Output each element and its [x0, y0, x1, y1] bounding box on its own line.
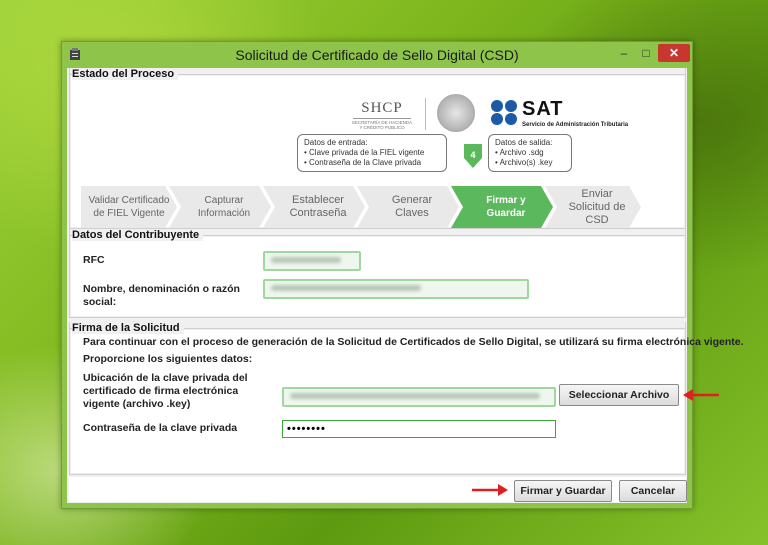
nombre-label-line2: social: — [83, 296, 117, 308]
ubicacion-label-line1: Ubicación de la clave privada del — [83, 372, 248, 384]
step-capturar-line1: Capturar — [204, 195, 244, 206]
red-arrow-right-icon — [472, 484, 508, 496]
nombre-field — [263, 279, 529, 299]
current-step-number: 4 — [470, 150, 476, 160]
process-steps: Validar Certificado de FIEL Vigente Captu… — [81, 186, 641, 228]
sat-logo-subtitle: Servicio de Administración Tributaria — [522, 122, 629, 128]
salida-title: Datos de salida: — [495, 138, 553, 147]
group-label-contribuyente: Datos del Contribuyente — [72, 229, 204, 241]
nombre-label: Nombre, denominación o razón social: — [83, 283, 240, 309]
datos-entrada-box: Datos de entrada: • Clave privada de la … — [297, 134, 447, 172]
password-field[interactable]: •••••••• — [282, 420, 556, 438]
group-label-firma: Firma de la Solicitud — [72, 322, 184, 334]
ubicacion-label-line3: vigente (archivo .key) — [83, 398, 191, 410]
entrada-item: • Contraseña de la Clave privada — [304, 158, 422, 167]
step-enviar-line2: Solicitud de — [568, 200, 626, 213]
title-bar[interactable]: Solicitud de Certificado de Sello Digita… — [62, 42, 692, 68]
salida-item: • Archivo .sdg — [495, 148, 544, 157]
firma-prompt-text: Proporcione los siguientes datos: — [83, 353, 253, 365]
salida-item: • Archivo(s) .key — [495, 158, 553, 167]
shcp-logo: SHCP SECRETARÍA DE HACIENDA Y CRÉDITO PÚ… — [347, 100, 417, 130]
step-validar-line1: Validar Certificado — [88, 195, 170, 206]
step-validar-line2: de FIEL Vigente — [93, 208, 165, 219]
group-contribuyente: Datos del Contribuyente RFC Nombre, deno… — [69, 229, 686, 318]
group-label-estado: Estado del Proceso — [72, 68, 179, 80]
step-enviar-line3: CSD — [585, 213, 609, 226]
step-capturar: Capturar Información — [169, 186, 271, 228]
estado-panel: SHCP SECRETARÍA DE HACIENDA Y CRÉDITO PÚ… — [71, 76, 684, 228]
national-seal-icon — [437, 94, 475, 132]
step-firmar-line2: Guardar — [486, 208, 526, 219]
step-generar-line1: Generar — [391, 194, 433, 206]
sat-logo-icon — [491, 100, 519, 126]
nombre-label-line1: Nombre, denominación o razón — [83, 283, 240, 295]
firmar-guardar-button[interactable]: Firmar y Guardar — [514, 480, 612, 502]
step-establecer: Establecer Contraseña — [263, 186, 365, 228]
ubicacion-label: Ubicación de la clave privada del certif… — [83, 372, 248, 411]
ubicacion-label-line2: certificado de firma electrónica — [83, 385, 239, 397]
step-enviar-line1: Enviar — [581, 187, 613, 200]
close-button[interactable]: ✕ — [658, 44, 690, 62]
step-generar-line2: Claves — [395, 207, 429, 219]
firma-intro-text: Para continuar con el proceso de generac… — [83, 336, 744, 348]
key-file-path-field[interactable] — [282, 387, 556, 407]
entrada-item: • Clave privada de la FIEL vigente — [304, 148, 425, 157]
password-label: Contraseña de la clave privada — [83, 422, 238, 434]
entrada-title: Datos de entrada: — [304, 138, 368, 147]
footer-panel: Firmar y Guardar Cancelar — [69, 477, 687, 502]
maximize-button[interactable]: □ — [636, 44, 656, 62]
contribuyente-panel: RFC Nombre, denominación o razón social: — [71, 237, 684, 316]
logo-separator — [425, 98, 426, 130]
step-generar: Generar Claves — [357, 186, 459, 228]
window-title: Solicitud de Certificado de Sello Digita… — [235, 47, 519, 63]
step-capturar-line2: Información — [197, 208, 251, 219]
step-validar: Validar Certificado de FIEL Vigente — [81, 186, 177, 228]
sat-logo-name: SAT — [522, 98, 564, 120]
firma-panel: Para continuar con el proceso de generac… — [71, 330, 744, 473]
step-establecer-line2: Contraseña — [289, 207, 347, 219]
group-firma: Firma de la Solicitud Para continuar con… — [69, 322, 744, 475]
step-establecer-line1: Establecer — [292, 194, 344, 206]
csd-window: Solicitud de Certificado de Sello Digita… — [61, 41, 744, 509]
shcp-logo-name: SHCP — [361, 100, 403, 116]
step-enviar: Enviar Solicitud de CSD — [545, 186, 641, 228]
select-file-button[interactable]: Seleccionar Archivo — [559, 384, 679, 406]
red-arrow-left-icon — [683, 389, 719, 401]
minimize-button[interactable]: – — [614, 44, 634, 62]
step-firmar-line1: Firmar y — [486, 195, 526, 206]
window-client: Estado del Proceso SHCP SECRETARÍA DE HA… — [67, 68, 744, 503]
rfc-label: RFC — [83, 254, 105, 266]
datos-salida-box: Datos de salida: • Archivo .sdg • Archiv… — [488, 134, 572, 172]
cancelar-button[interactable]: Cancelar — [619, 480, 687, 502]
rfc-field — [263, 251, 361, 271]
step-firmar-active: Firmar y Guardar — [451, 186, 553, 228]
group-estado: Estado del Proceso SHCP SECRETARÍA DE HA… — [69, 68, 686, 229]
shcp-logo-sub2: Y CRÉDITO PÚBLICO — [359, 125, 405, 130]
